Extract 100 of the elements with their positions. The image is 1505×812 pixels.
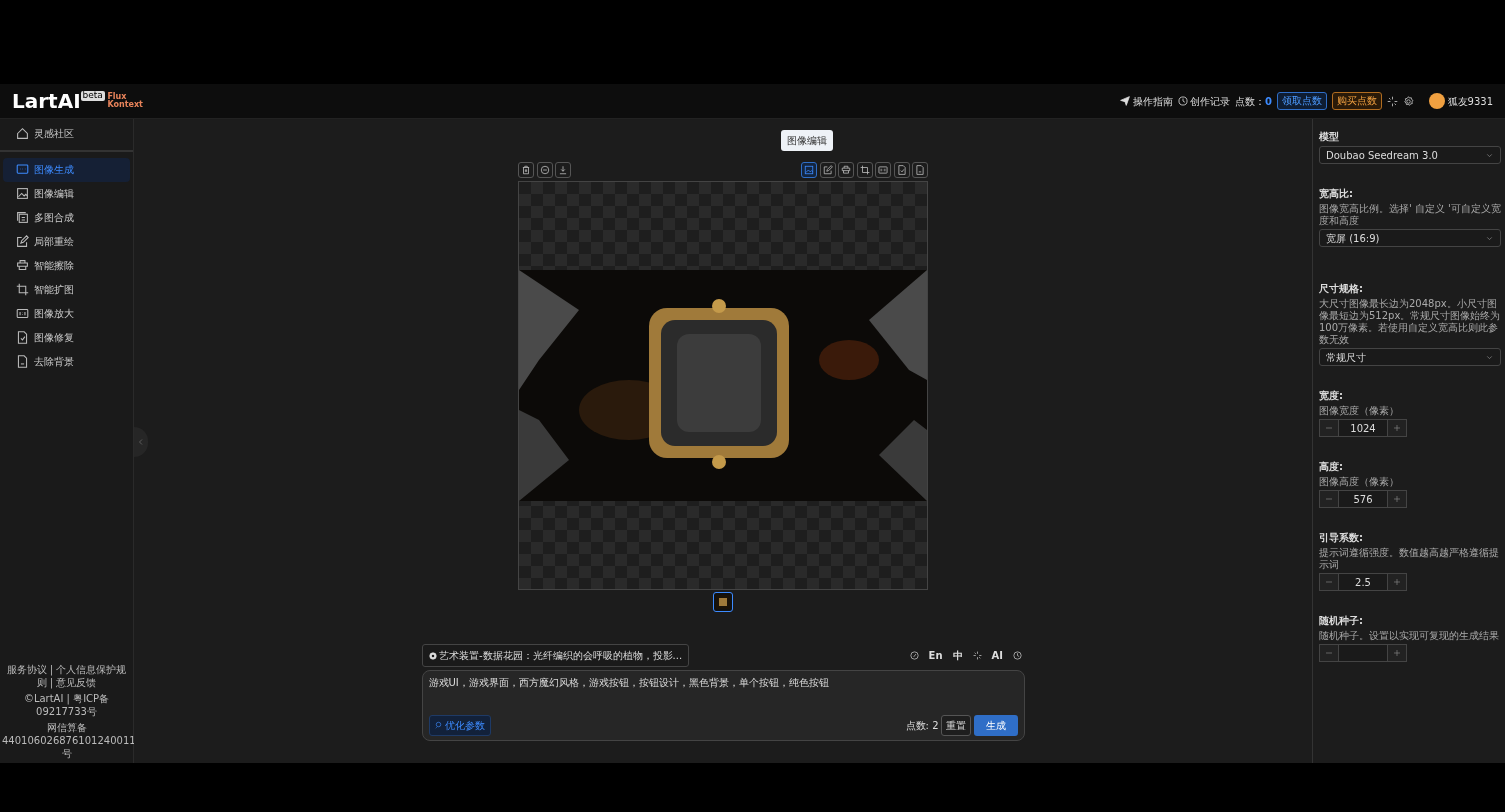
effects-button[interactable] — [972, 651, 982, 660]
toolbar-button[interactable] — [875, 162, 891, 178]
select-field[interactable]: 宽屏 (16:9) — [1319, 229, 1501, 247]
minus-icon — [1325, 649, 1333, 657]
clock-icon — [1177, 96, 1188, 106]
select-field[interactable]: Doubao Seedream 3.0 — [1319, 146, 1501, 164]
edit-icon — [822, 165, 833, 175]
sidebar-item[interactable]: 智能擦除 — [3, 253, 130, 278]
logo: LartAI — [12, 91, 81, 111]
username[interactable]: 狐友9331 — [1447, 93, 1493, 109]
claim-points-button[interactable]: 领取点数 — [1277, 92, 1328, 110]
avatar[interactable] — [1429, 93, 1446, 109]
minus-circle-icon — [539, 165, 550, 175]
help-text: 提示词遵循强度。数值越高越严格遵循提示词 — [1319, 547, 1500, 571]
toolbar-button[interactable] — [518, 162, 534, 178]
generate-button[interactable]: 生成 — [973, 714, 1018, 736]
help-text: 图像高度（像素） — [1319, 476, 1400, 488]
chevron-left-icon — [137, 438, 145, 446]
search-icon — [434, 721, 443, 729]
toolbar-button[interactable] — [893, 162, 910, 178]
file-icon — [16, 355, 29, 368]
field-label: 宽高比: — [1319, 187, 1354, 201]
effects-button[interactable] — [1387, 95, 1399, 107]
tooltip: 图像编辑 — [781, 130, 833, 151]
cost-label: 点数: 2 — [905, 718, 939, 733]
sidebar-item[interactable]: 图像生成 — [3, 157, 130, 182]
send-icon — [1120, 96, 1131, 106]
clock-icon — [1013, 651, 1022, 660]
sparkle-icon — [972, 651, 982, 660]
number-field[interactable] — [1339, 644, 1387, 662]
sidebar-item[interactable]: 图像放大 — [3, 301, 130, 326]
crop-icon — [859, 165, 870, 175]
prompt-tool-button[interactable]: En — [928, 648, 943, 663]
chip-logo-icon — [428, 651, 437, 660]
crop-icon — [16, 283, 29, 296]
sidebar-item[interactable]: 图像修复 — [3, 325, 130, 350]
toolbar-button[interactable] — [801, 162, 817, 178]
footer-text: 网信算备440106026876101240011号 — [1, 721, 133, 761]
settings-button[interactable] — [1403, 95, 1415, 107]
plus-icon — [1393, 578, 1401, 586]
field-label: 尺寸规格: — [1319, 282, 1364, 296]
prompt-field[interactable]: 游戏UI，游戏界面，西方魔幻风格，游戏按钮，按钮设计，黑色背景，单个按钮，纯色按钮 优化参数 点数: 2 重置 生成 — [421, 669, 1025, 741]
points-value: 0 — [1265, 94, 1273, 109]
prompt-tool-button[interactable]: AI — [991, 648, 1003, 663]
footer-text: ©LartAI | 粤ICP备09217733号 — [22, 692, 111, 719]
toolbar-button[interactable] — [555, 162, 571, 178]
plus-icon — [1393, 424, 1401, 432]
upscale-icon — [16, 307, 29, 320]
image-icon — [16, 187, 29, 200]
chat-icon — [16, 163, 29, 176]
sparkle-icon — [1387, 95, 1399, 107]
select-field[interactable]: 常规尺寸 — [1319, 348, 1501, 366]
collapse-handle[interactable] — [134, 427, 148, 457]
trash-icon — [521, 165, 531, 175]
number-field[interactable]: 576 — [1339, 490, 1387, 508]
sidebar-item[interactable]: 智能扩图 — [3, 277, 130, 302]
minus-icon — [1325, 424, 1333, 432]
image-icon — [804, 165, 814, 175]
eraser-icon — [16, 259, 29, 272]
buy-points-button[interactable]: 购买点数 — [1332, 92, 1383, 110]
field-label: 随机种子: — [1319, 614, 1364, 628]
thumbnail[interactable] — [713, 592, 733, 612]
plus-icon — [1393, 495, 1401, 503]
sidebar-item[interactable]: 去除背景 — [3, 349, 130, 374]
field-label: 宽度: — [1319, 389, 1344, 403]
reset-button[interactable]: 重置 — [941, 714, 971, 736]
edit-icon — [16, 235, 29, 248]
minus-icon — [1325, 495, 1333, 503]
toolbar-button[interactable] — [819, 162, 836, 178]
help-text: 图像宽高比例。选择' 自定义 '可自定义宽度和高度 — [1319, 203, 1501, 227]
compass-button[interactable] — [909, 651, 919, 660]
home-icon — [16, 127, 29, 140]
history-button[interactable] — [1013, 651, 1022, 660]
nav-link[interactable]: 创作记录 — [1177, 93, 1231, 109]
beta-badge: beta — [80, 91, 105, 101]
toolbar-button[interactable] — [856, 162, 873, 178]
sidebar-item[interactable]: 图像编辑 — [3, 181, 130, 206]
upscale-icon — [878, 165, 888, 175]
toolbar-button[interactable] — [912, 162, 928, 178]
product-name: Flux — [107, 93, 127, 101]
template-chip[interactable]: 艺术装置-数据花园：光纤编织的会呼吸的植物，投影... — [421, 644, 690, 667]
product-name: Kontext — [107, 101, 143, 109]
field-label: 引导系数: — [1319, 531, 1364, 545]
sidebar-item[interactable]: 多图合成 — [3, 205, 130, 230]
optimize-button[interactable]: 优化参数 — [428, 714, 491, 736]
toolbar-button[interactable] — [838, 162, 854, 178]
field-label: 高度: — [1319, 460, 1344, 474]
sidebar-item[interactable]: 局部重绘 — [3, 229, 130, 254]
file-icon — [915, 165, 925, 175]
download-icon — [558, 165, 568, 175]
prompt-tool-button[interactable]: 中 — [952, 648, 963, 663]
file-check-icon — [896, 165, 907, 175]
sidebar-item[interactable]: 灵感社区 — [3, 121, 130, 146]
help-text: 大尺寸图像最长边为2048px。小尺寸图像最短边为512px。常规尺寸图像始终为100万像素。若使用自定义宽高比则此参数无效 — [1319, 298, 1501, 346]
nav-link[interactable]: 操作指南 — [1120, 93, 1173, 109]
number-field[interactable]: 1024 — [1339, 419, 1387, 437]
toolbar-button[interactable] — [536, 162, 553, 178]
number-field[interactable]: 2.5 — [1339, 573, 1387, 591]
eraser-icon — [841, 165, 851, 175]
file-check-icon — [16, 331, 29, 344]
